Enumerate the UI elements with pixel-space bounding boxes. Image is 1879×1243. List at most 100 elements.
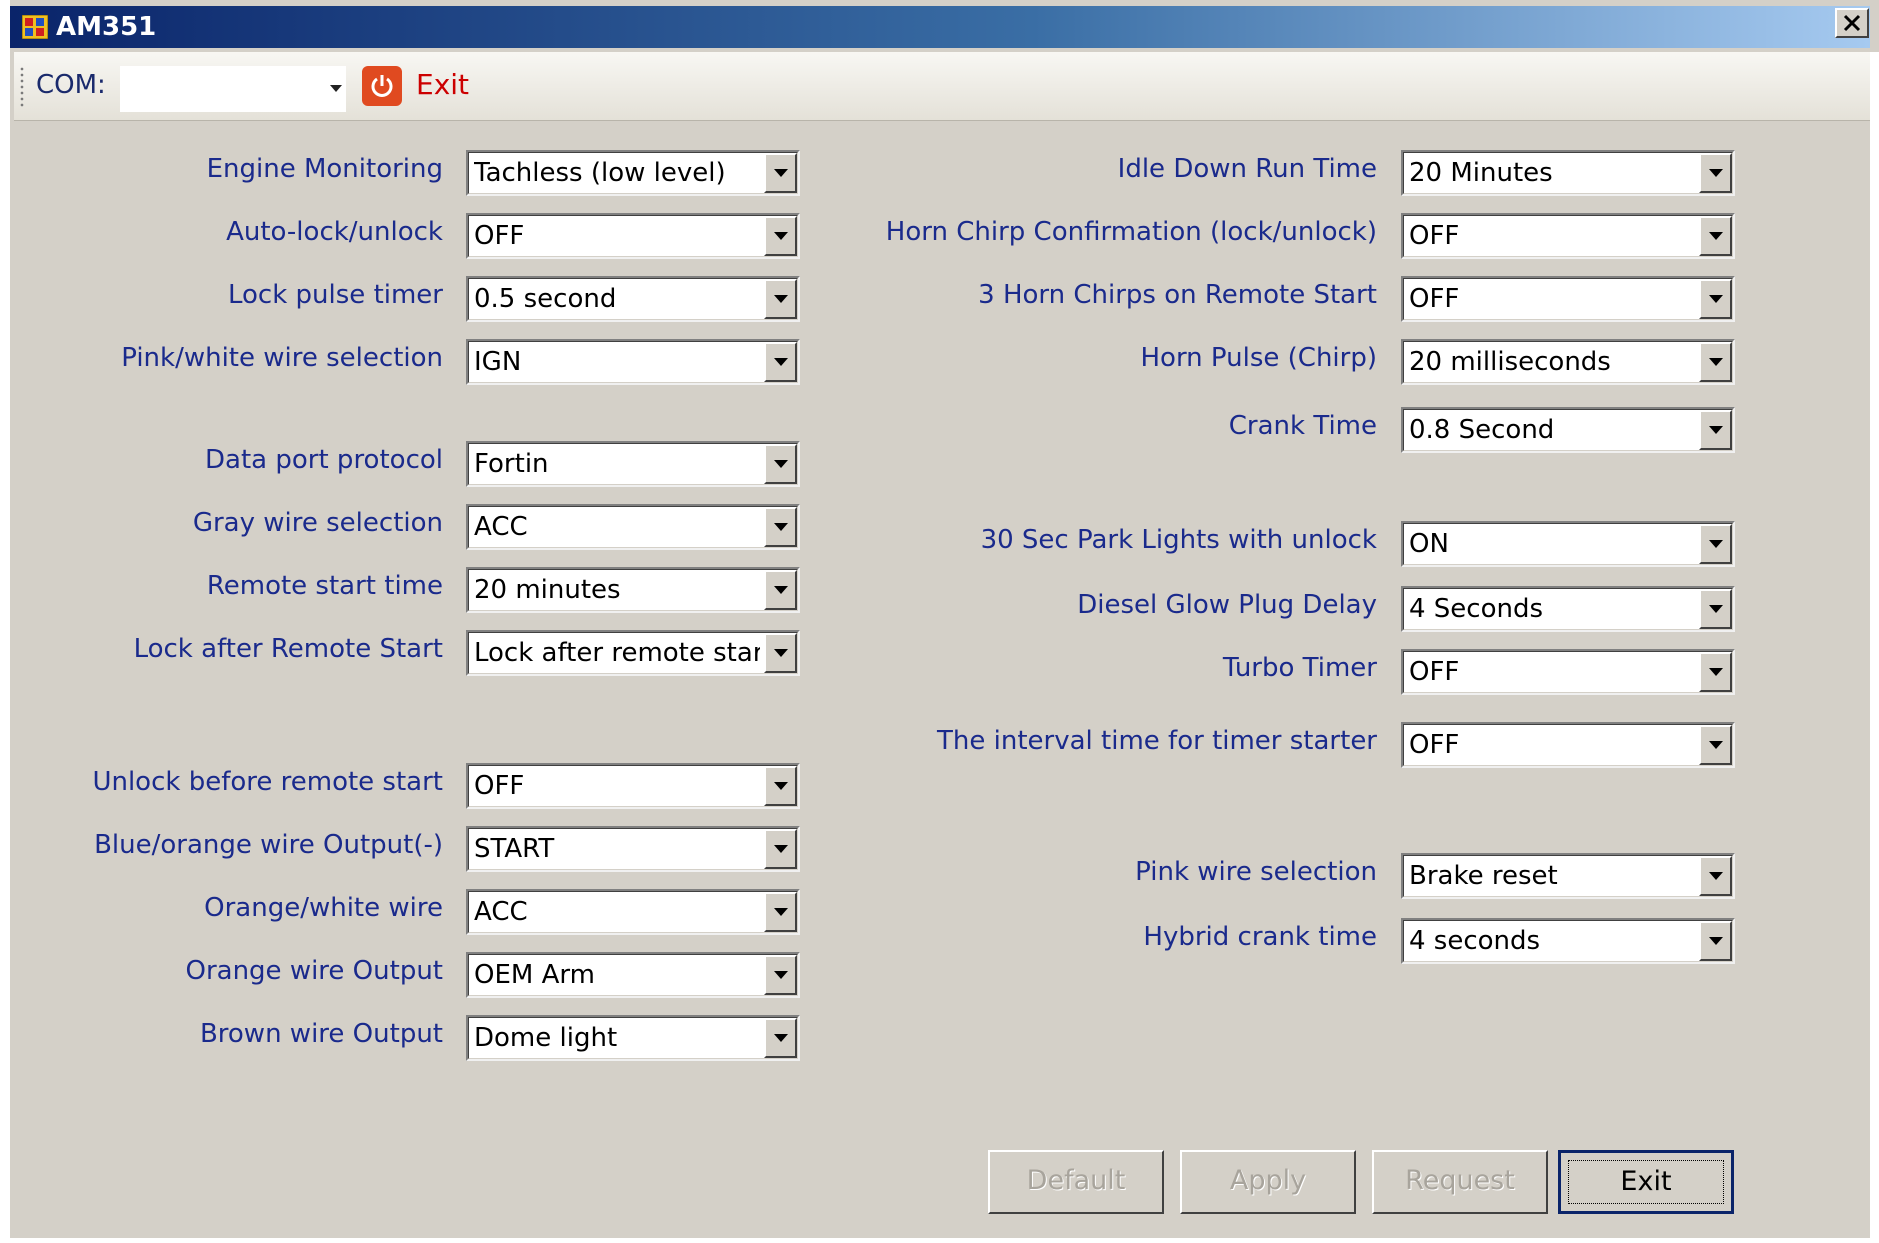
right-select-6[interactable]: 4 Seconds bbox=[1401, 586, 1735, 632]
chevron-down-icon[interactable] bbox=[330, 85, 342, 92]
left-select-value-7: Lock after remote start c bbox=[474, 638, 760, 668]
chevron-down-icon[interactable] bbox=[764, 444, 797, 484]
left-label-0: Engine Monitoring bbox=[206, 154, 443, 184]
exit-button[interactable]: Exit bbox=[1558, 1150, 1734, 1214]
right-select-8[interactable]: OFF bbox=[1401, 722, 1735, 768]
left-select-9[interactable]: START bbox=[466, 826, 800, 872]
left-label-4: Data port protocol bbox=[205, 445, 443, 475]
right-select-10[interactable]: 4 seconds bbox=[1401, 918, 1735, 964]
window-close-button[interactable] bbox=[1835, 8, 1869, 38]
left-select-11[interactable]: OEM Arm bbox=[466, 952, 800, 998]
right-select-value-6: 4 Seconds bbox=[1409, 594, 1544, 624]
right-label-9: Pink wire selection bbox=[1135, 857, 1377, 887]
left-select-4[interactable]: Fortin bbox=[466, 441, 800, 487]
right-select-5[interactable]: ON bbox=[1401, 521, 1735, 567]
left-label-1: Auto-lock/unlock bbox=[226, 217, 443, 247]
right-label-1: Horn Chirp Confirmation (lock/unlock) bbox=[885, 217, 1377, 247]
chevron-down-icon[interactable] bbox=[1699, 410, 1732, 450]
right-label-3: Horn Pulse (Chirp) bbox=[1140, 343, 1377, 373]
toolbar-grip[interactable] bbox=[20, 66, 24, 108]
right-select-2[interactable]: OFF bbox=[1401, 276, 1735, 322]
left-label-12: Brown wire Output bbox=[199, 1019, 443, 1049]
chevron-down-icon[interactable] bbox=[764, 633, 797, 673]
chevron-down-icon[interactable] bbox=[1699, 921, 1732, 961]
left-select-6[interactable]: 20 minutes bbox=[466, 567, 800, 613]
left-label-8: Unlock before remote start bbox=[92, 767, 443, 797]
left-select-8[interactable]: OFF bbox=[466, 763, 800, 809]
left-label-2: Lock pulse timer bbox=[228, 280, 443, 310]
com-port-select[interactable] bbox=[120, 66, 346, 112]
chevron-down-icon[interactable] bbox=[764, 279, 797, 319]
com-label: COM: bbox=[36, 70, 106, 100]
chevron-down-icon[interactable] bbox=[764, 216, 797, 256]
window-bottom-edge bbox=[0, 1238, 1879, 1243]
right-select-4[interactable]: 0.8 Second bbox=[1401, 407, 1735, 453]
right-select-3[interactable]: 20 milliseconds bbox=[1401, 339, 1735, 385]
app-window: AM351 COM: Exit Engine Monitoring Tachles… bbox=[0, 0, 1879, 1243]
left-select-value-11: OEM Arm bbox=[474, 960, 595, 990]
toolbar-exit-button[interactable]: Exit bbox=[416, 68, 469, 101]
right-select-7[interactable]: OFF bbox=[1401, 649, 1735, 695]
chevron-down-icon[interactable] bbox=[764, 342, 797, 382]
chevron-down-icon[interactable] bbox=[1699, 589, 1732, 629]
left-select-value-3: IGN bbox=[474, 347, 522, 377]
right-select-value-9: Brake reset bbox=[1409, 861, 1558, 891]
left-select-3[interactable]: IGN bbox=[466, 339, 800, 385]
left-label-7: Lock after Remote Start bbox=[133, 634, 443, 664]
right-label-4: Crank Time bbox=[1228, 411, 1377, 441]
chevron-down-icon[interactable] bbox=[1699, 216, 1732, 256]
right-label-2: 3 Horn Chirps on Remote Start bbox=[978, 280, 1377, 310]
chevron-down-icon[interactable] bbox=[1699, 856, 1732, 896]
chevron-down-icon[interactable] bbox=[1699, 725, 1732, 765]
chevron-down-icon[interactable] bbox=[764, 153, 797, 193]
left-select-7[interactable]: Lock after remote start c bbox=[466, 630, 800, 676]
exit-button-label: Exit bbox=[1620, 1166, 1672, 1197]
chevron-down-icon[interactable] bbox=[764, 955, 797, 995]
left-select-value-8: OFF bbox=[474, 771, 525, 801]
right-select-0[interactable]: 20 Minutes bbox=[1401, 150, 1735, 196]
left-select-0[interactable]: Tachless (low level) bbox=[466, 150, 800, 196]
default-button[interactable]: Default bbox=[988, 1150, 1164, 1214]
left-select-12[interactable]: Dome light bbox=[466, 1015, 800, 1061]
chevron-down-icon[interactable] bbox=[764, 766, 797, 806]
chevron-down-icon[interactable] bbox=[764, 507, 797, 547]
left-select-value-1: OFF bbox=[474, 221, 525, 251]
right-label-8: The interval time for timer starter bbox=[937, 726, 1377, 756]
right-select-value-10: 4 seconds bbox=[1409, 926, 1541, 956]
right-select-value-8: OFF bbox=[1409, 730, 1460, 760]
chevron-down-icon[interactable] bbox=[1699, 652, 1732, 692]
chevron-down-icon[interactable] bbox=[764, 829, 797, 869]
left-label-5: Gray wire selection bbox=[192, 508, 443, 538]
request-button[interactable]: Request bbox=[1372, 1150, 1548, 1214]
window-title: AM351 bbox=[56, 12, 157, 42]
left-select-2[interactable]: 0.5 second bbox=[466, 276, 800, 322]
left-select-value-6: 20 minutes bbox=[474, 575, 621, 605]
right-select-9[interactable]: Brake reset bbox=[1401, 853, 1735, 899]
chevron-down-icon[interactable] bbox=[1699, 153, 1732, 193]
close-icon bbox=[1843, 14, 1861, 32]
right-label-5: 30 Sec Park Lights with unlock bbox=[980, 525, 1377, 555]
chevron-down-icon[interactable] bbox=[764, 892, 797, 932]
apply-button[interactable]: Apply bbox=[1180, 1150, 1356, 1214]
left-select-5[interactable]: ACC bbox=[466, 504, 800, 550]
left-select-value-5: ACC bbox=[474, 512, 528, 542]
left-select-10[interactable]: ACC bbox=[466, 889, 800, 935]
left-label-9: Blue/orange wire Output(-) bbox=[94, 830, 443, 860]
right-label-10: Hybrid crank time bbox=[1143, 922, 1377, 952]
title-bar[interactable]: AM351 bbox=[10, 6, 1870, 48]
right-label-6: Diesel Glow Plug Delay bbox=[1077, 590, 1377, 620]
power-icon[interactable] bbox=[362, 66, 402, 106]
chevron-down-icon[interactable] bbox=[1699, 279, 1732, 319]
chevron-down-icon[interactable] bbox=[764, 1018, 797, 1058]
chevron-down-icon[interactable] bbox=[764, 570, 797, 610]
right-select-value-4: 0.8 Second bbox=[1409, 415, 1555, 445]
chevron-down-icon[interactable] bbox=[1699, 342, 1732, 382]
left-select-value-12: Dome light bbox=[474, 1023, 618, 1053]
window-right-edge bbox=[1870, 52, 1879, 1243]
left-label-10: Orange/white wire bbox=[204, 893, 443, 923]
right-select-value-3: 20 milliseconds bbox=[1409, 347, 1611, 377]
right-select-1[interactable]: OFF bbox=[1401, 213, 1735, 259]
left-select-1[interactable]: OFF bbox=[466, 213, 800, 259]
chevron-down-icon[interactable] bbox=[1699, 524, 1732, 564]
right-select-value-5: ON bbox=[1409, 529, 1449, 559]
